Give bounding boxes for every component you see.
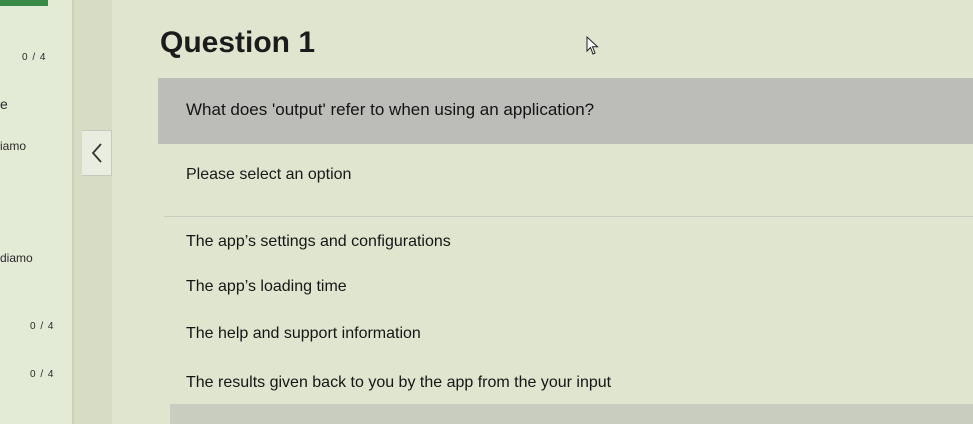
sidebar-score[interactable]: 0 / 4 (22, 52, 46, 63)
sidebar-item-label[interactable]: diamo (0, 251, 33, 265)
option-2[interactable]: The app’s loading time (186, 278, 347, 296)
chevron-left-icon (91, 143, 102, 163)
divider (164, 216, 973, 217)
sidebar-progress-bar (0, 0, 48, 6)
page-title: Question 1 (160, 26, 316, 59)
option-1[interactable]: The app’s settings and configurations (186, 233, 451, 251)
sidebar-item-label[interactable]: iamo (0, 139, 26, 153)
select-prompt: Please select an option (186, 166, 352, 183)
option-3[interactable]: The help and support information (186, 325, 421, 343)
main-panel (112, 0, 973, 424)
bottom-strip (170, 404, 973, 424)
question-text: What does 'output' refer to when using a… (186, 100, 595, 119)
collapse-sidebar-button[interactable] (82, 130, 112, 176)
mouse-pointer-icon (586, 36, 599, 55)
sidebar-score[interactable]: 0 / 4 (30, 321, 54, 332)
sidebar-score[interactable]: 0 / 4 (30, 369, 54, 380)
option-4[interactable]: The results given back to you by the app… (186, 374, 611, 392)
sidebar: 0 / 4 e iamo diamo 0 / 4 0 / 4 (0, 0, 74, 424)
sidebar-item-label[interactable]: e (0, 96, 8, 112)
